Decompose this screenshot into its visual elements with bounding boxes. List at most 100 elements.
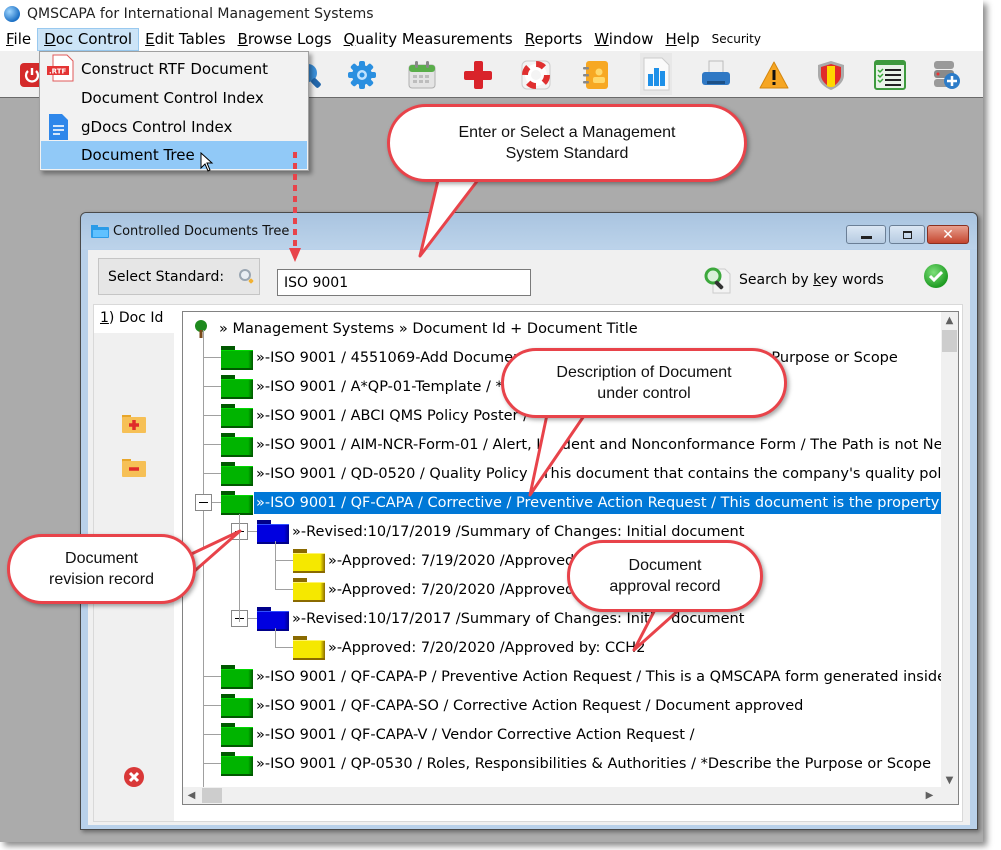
search-by-keywords-button[interactable]: Search by key words	[703, 265, 884, 295]
menu-quality-measurements[interactable]: Quality Measurements	[338, 28, 519, 51]
callout-approval-record: Document approval record	[567, 540, 763, 612]
child-title-bar: Controlled Documents Tree ✕	[81, 213, 977, 249]
document-row[interactable]: »-ISO 9001 / QF-CAPA-P / Preventive Acti…	[221, 662, 958, 691]
document-folder-icon	[221, 693, 253, 718]
google-docs-icon	[49, 114, 68, 140]
revision-folder-icon	[257, 606, 289, 631]
document-row[interactable]: »-ISO 9001 / QP-0530 / Roles, Responsibi…	[221, 749, 933, 778]
menu-file[interactable]: File	[0, 28, 37, 51]
document-folder-icon	[221, 403, 253, 428]
help-button[interactable]	[520, 59, 552, 91]
add-button[interactable]	[462, 59, 494, 91]
minimize-button[interactable]	[846, 225, 886, 244]
calendar-button[interactable]	[406, 59, 438, 91]
tree-connector	[203, 473, 221, 474]
approval-folder-icon	[293, 548, 325, 573]
close-button[interactable]: ✕	[927, 225, 969, 244]
folder-add-icon	[122, 415, 146, 433]
menu-reports[interactable]: Reports	[519, 28, 589, 51]
document-folder-icon	[221, 751, 253, 776]
folder-remove-icon	[122, 459, 146, 477]
tree-connector	[275, 541, 276, 589]
document-folder-icon	[221, 722, 253, 747]
menu-item-gdocs-control-index[interactable]: gDocs Control Index	[41, 113, 307, 141]
menu-browse-logs[interactable]: Browse Logs	[232, 28, 338, 51]
tree-connector	[203, 444, 221, 445]
collapse-toggle[interactable]	[195, 494, 212, 511]
tree-row-label: »-ISO 9001 / QF-CAPA-V / Vendor Correcti…	[256, 726, 695, 743]
dotted-arrow-annotation	[289, 152, 301, 262]
scroll-right-arrow[interactable]: ▶	[921, 787, 938, 804]
chart-report-icon	[643, 57, 670, 91]
menu-item-document-tree[interactable]: Document Tree	[41, 141, 307, 169]
scroll-left-arrow[interactable]: ◀	[183, 787, 200, 804]
tab-doc-id[interactable]: 1) Doc Id	[94, 305, 174, 333]
vertical-scrollbar[interactable]: ▲ ▼	[941, 312, 958, 789]
approval-folder-icon	[293, 577, 325, 602]
add-folder-button[interactable]	[121, 413, 147, 435]
tree-connector	[203, 676, 221, 677]
scroll-up-arrow[interactable]: ▲	[941, 312, 958, 329]
horizontal-scrollbar[interactable]: ◀ ▶	[183, 787, 958, 804]
select-standard-button[interactable]: Select Standard:	[98, 258, 260, 295]
approval-folder-icon	[293, 635, 325, 660]
doc-control-menu: .RTF Construct RTF Document Document Con…	[39, 51, 309, 171]
menu-edit-tables[interactable]: Edit Tables	[139, 28, 231, 51]
document-row[interactable]: »-ISO 9001 / ABCI QMS Policy Poster /	[221, 401, 530, 430]
print-button[interactable]	[700, 59, 732, 91]
tree-connector	[275, 647, 293, 648]
confirm-button[interactable]	[924, 264, 948, 288]
document-row[interactable]: »-ISO 9001 / QF-CAPA-V / Vendor Correcti…	[221, 720, 697, 749]
document-folder-icon	[221, 432, 253, 457]
shield-icon	[818, 61, 844, 90]
standard-input[interactable]	[277, 269, 531, 296]
alert-button[interactable]	[758, 59, 790, 91]
minimize-icon	[860, 236, 872, 239]
gear-icon	[348, 61, 376, 89]
folder-window-icon	[91, 225, 109, 238]
menu-doc-control[interactable]: Doc Control	[37, 28, 140, 51]
menu-item-document-control-index[interactable]: Document Control Index	[41, 84, 307, 112]
callout-document-description: Description of Document under control	[501, 348, 787, 418]
tree-connector	[275, 628, 276, 647]
delete-circle-icon	[124, 767, 144, 787]
tree-connector	[203, 415, 221, 416]
document-folder-icon	[221, 461, 253, 486]
menu-help[interactable]: Help	[659, 28, 705, 51]
lifebuoy-icon	[521, 60, 551, 90]
menu-window[interactable]: Window	[588, 28, 659, 51]
tree-connector	[203, 705, 221, 706]
document-folder-icon	[221, 374, 253, 399]
menu-security[interactable]: Security	[706, 28, 767, 51]
contacts-button[interactable]	[580, 59, 612, 91]
approval-row[interactable]: »-Approved: 7/20/2020 /Approved by: CCH2	[293, 633, 647, 662]
tree-root[interactable]: » Management Systems » Document Id + Doc…	[191, 314, 640, 343]
tree-row-label: »-Approved: 7/20/2020 /Approved by: CCH2	[328, 639, 646, 656]
server-add-button[interactable]	[930, 59, 962, 91]
app-globe-icon	[4, 6, 20, 22]
select-standard-label: Select Standard:	[108, 268, 225, 285]
document-folder-icon	[221, 345, 253, 370]
security-button[interactable]	[815, 59, 847, 91]
document-row[interactable]: »-ISO 9001 / A*QP-01-Template / *C	[221, 372, 515, 401]
revision-folder-icon	[257, 519, 289, 544]
settings-button[interactable]	[346, 59, 378, 91]
controlled-documents-tree-window: Controlled Documents Tree ✕ Select Stand…	[80, 212, 978, 830]
document-folder-icon	[221, 490, 253, 515]
checklist-button[interactable]	[874, 59, 906, 91]
tree-row-label: »-ISO 9001 / QF-CAPA-SO / Corrective Act…	[256, 697, 804, 714]
delete-button[interactable]	[123, 766, 149, 788]
reports-button[interactable]	[640, 53, 672, 95]
calendar-icon	[408, 61, 436, 89]
maximize-button[interactable]	[889, 225, 925, 244]
remove-folder-button[interactable]	[121, 457, 147, 479]
document-row[interactable]: »-ISO 9001 / QF-CAPA-SO / Corrective Act…	[221, 691, 805, 720]
svg-text:.RTF: .RTF	[49, 68, 67, 76]
tree-row-label: »-ISO 9001 / QP-0530 / Roles, Responsibi…	[256, 755, 932, 772]
tree-row-label: »-ISO 9001 / A*QP-01-Template / *C	[256, 378, 513, 395]
tree-icon	[195, 319, 207, 338]
vertical-scroll-thumb[interactable]	[942, 330, 957, 352]
menu-item-construct-rtf[interactable]: .RTF Construct RTF Document	[41, 54, 307, 83]
close-icon: ✕	[942, 226, 954, 243]
horizontal-scroll-thumb[interactable]	[202, 788, 222, 803]
